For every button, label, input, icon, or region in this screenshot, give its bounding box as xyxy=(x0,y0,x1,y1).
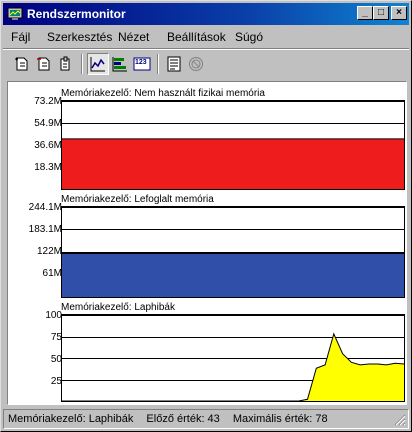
freeze-button[interactable] xyxy=(185,53,207,75)
numeric-view-label: 123 xyxy=(135,59,147,66)
y-tick-label: 244.1M xyxy=(28,202,62,213)
bar-chart-icon xyxy=(112,57,127,72)
toolbar-separator xyxy=(81,54,83,74)
window-title: Rendszermonitor xyxy=(27,7,126,21)
maximize-button[interactable]: □ xyxy=(373,6,389,20)
chart-view-button[interactable] xyxy=(87,53,109,75)
toolbar-divider xyxy=(3,48,409,50)
edit-item-icon xyxy=(60,56,70,71)
resize-grip-icon[interactable] xyxy=(394,414,406,426)
line-chart-icon xyxy=(90,57,105,72)
toolbar: 123 xyxy=(3,51,409,77)
menu-options[interactable]: Beállítások xyxy=(167,30,226,44)
remove-item-icon xyxy=(37,57,50,71)
chart-panel-committed-memory: Memóriakezelő: Lefoglalt memória 244.1M … xyxy=(8,194,406,298)
chart-title: Memóriakezelő: Nem használt fizikai memó… xyxy=(61,88,265,99)
chart-area: Memóriakezelő: Nem használt fizikai memó… xyxy=(7,81,407,405)
series-area xyxy=(62,333,404,401)
y-tick-label: 100 xyxy=(45,310,62,321)
chart-svg xyxy=(62,207,404,297)
chart-panel-free-memory: Memóriakezelő: Nem használt fizikai memó… xyxy=(8,88,406,190)
add-counter-button[interactable] xyxy=(11,53,33,75)
app-icon xyxy=(7,7,23,20)
chart-plot xyxy=(61,206,405,298)
y-tick-label: 18.3M xyxy=(34,162,62,173)
properties-icon xyxy=(167,56,181,72)
chart-svg xyxy=(62,315,404,401)
status-counter-name: Memóriakezelő: Laphibák xyxy=(8,413,134,425)
menu-edit[interactable]: Szerkesztés xyxy=(47,30,112,44)
remove-counter-button[interactable] xyxy=(33,53,55,75)
chart-svg xyxy=(62,101,404,189)
menu-bar: Fájl Szerkesztés Nézet Beállítások Súgó xyxy=(3,27,409,47)
edit-counter-button[interactable] xyxy=(55,53,77,75)
toolbar-separator xyxy=(157,54,159,74)
y-tick-label: 61M xyxy=(42,268,62,279)
y-tick-label: 36.6M xyxy=(34,140,62,151)
y-tick-label: 183.1M xyxy=(28,224,62,235)
y-tick-label: 122M xyxy=(36,246,62,257)
status-bar: Memóriakezelő: Laphibák Előző érték: 43 … xyxy=(3,409,409,429)
menu-file[interactable]: Fájl xyxy=(11,30,30,44)
chart-plot xyxy=(61,100,405,190)
title-bar[interactable]: Rendszermonitor _ □ × xyxy=(3,3,409,25)
properties-button[interactable] xyxy=(163,53,185,75)
y-tick-label: 54.9M xyxy=(34,118,62,129)
status-last-value: Előző érték: 43 xyxy=(146,413,220,425)
system-monitor-window: Rendszermonitor _ □ × Fájl Szerkesztés N… xyxy=(0,0,412,432)
y-tick-label: 73.2M xyxy=(34,96,62,107)
menu-view[interactable]: Nézet xyxy=(118,30,149,44)
chart-panel-page-faults: Memóriakezelő: Laphibák 100 75 50 25 xyxy=(8,302,406,402)
minimize-button[interactable]: _ xyxy=(357,6,373,20)
chart-plot xyxy=(61,314,405,402)
status-max-value: Maximális érték: 78 xyxy=(232,413,328,425)
series-area xyxy=(62,138,404,189)
chart-title: Memóriakezelő: Laphibák xyxy=(61,302,175,313)
menu-help[interactable]: Súgó xyxy=(235,30,263,44)
stop-icon xyxy=(189,57,203,71)
chart-title: Memóriakezelő: Lefoglalt memória xyxy=(61,194,214,205)
histogram-view-button[interactable] xyxy=(109,53,131,75)
series-area xyxy=(62,253,404,297)
report-view-button[interactable]: 123 xyxy=(131,53,153,75)
add-item-icon xyxy=(15,57,28,71)
close-button[interactable]: × xyxy=(391,6,407,20)
